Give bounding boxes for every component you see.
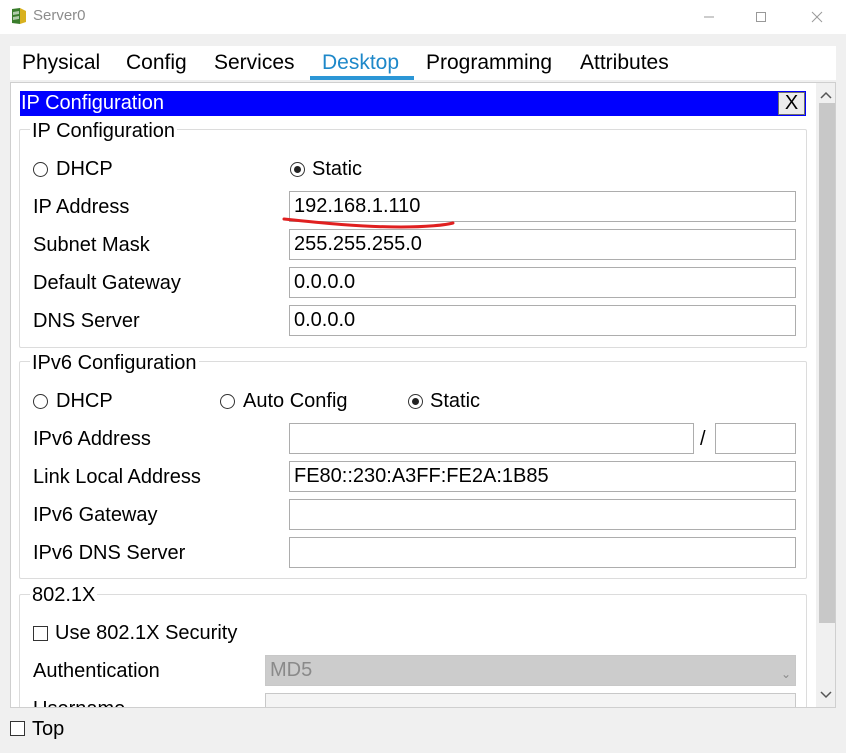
- desktop-content-frame: IP Configuration X IP Configuration DHCP…: [10, 82, 836, 708]
- panel-title: IP Configuration: [21, 92, 165, 114]
- top-checkbox[interactable]: [10, 721, 25, 736]
- ipv6-dns-server-label: IPv6 DNS Server: [33, 542, 186, 564]
- link-local-address-field[interactable]: FE80::230:A3FF:FE2A:1B85: [289, 461, 796, 492]
- red-underline-annotation: [282, 217, 455, 229]
- window-titlebar: Server0: [0, 0, 846, 34]
- top-label: Top: [32, 718, 65, 740]
- dns-server-field[interactable]: 0.0.0.0: [289, 305, 796, 336]
- tab-config[interactable]: Config: [126, 46, 187, 80]
- tab-strip: Physical Config Services Desktop Program…: [10, 46, 836, 80]
- ipv6-dhcp-label: DHCP: [56, 390, 113, 412]
- prefix-separator: /: [700, 428, 706, 450]
- ipv4-static-label: Static: [312, 158, 363, 180]
- window-title: Server0: [33, 7, 86, 24]
- dns-server-label: DNS Server: [33, 310, 140, 332]
- ip-configuration-panel: IP Configuration X IP Configuration DHCP…: [11, 83, 815, 707]
- ipv6-address-field[interactable]: [289, 423, 694, 454]
- ipv6-auto-config-radio[interactable]: [220, 394, 235, 409]
- scroll-up-button[interactable]: [816, 85, 835, 105]
- ipv6-gateway-label: IPv6 Gateway: [33, 504, 158, 526]
- tab-attributes[interactable]: Attributes: [580, 46, 669, 80]
- close-icon: [811, 11, 823, 23]
- scroll-down-button[interactable]: [816, 685, 835, 705]
- maximize-icon: [756, 12, 766, 22]
- authentication-value: MD5: [270, 659, 313, 681]
- active-tab-indicator: [310, 76, 414, 80]
- panel-titlebar: IP Configuration X: [20, 91, 806, 116]
- ipv6-legend: IPv6 Configuration: [30, 351, 199, 375]
- subnet-mask-label: Subnet Mask: [33, 234, 150, 256]
- ipv6-address-label: IPv6 Address: [33, 428, 151, 450]
- minimize-button[interactable]: [686, 0, 732, 34]
- close-window-button[interactable]: [794, 0, 840, 34]
- dot1x-legend: 802.1X: [30, 583, 98, 607]
- packet-tracer-server-icon: [9, 6, 29, 26]
- tab-desktop[interactable]: Desktop: [322, 46, 399, 80]
- default-gateway-label: Default Gateway: [33, 272, 181, 294]
- authentication-label: Authentication: [33, 660, 160, 682]
- dropdown-caret-icon: ⌄: [780, 667, 791, 681]
- use-8021x-security-checkbox[interactable]: [33, 626, 48, 641]
- username-label: Username: [33, 697, 125, 707]
- chevron-up-icon: [820, 91, 832, 99]
- maximize-button[interactable]: [738, 0, 784, 34]
- panel-close-button[interactable]: X: [778, 92, 805, 115]
- ipv6-dns-server-field[interactable]: [289, 537, 796, 568]
- use-8021x-security-label: Use 802.1X Security: [55, 622, 238, 644]
- ipv6-static-label: Static: [430, 390, 481, 412]
- ipv6-auto-config-label: Auto Config: [243, 390, 348, 412]
- ipv6-dhcp-radio[interactable]: [33, 394, 48, 409]
- tab-services[interactable]: Services: [214, 46, 295, 80]
- tab-programming[interactable]: Programming: [426, 46, 552, 80]
- default-gateway-field[interactable]: 0.0.0.0: [289, 267, 796, 298]
- dot1x-section: [19, 594, 807, 707]
- vertical-scrollbar[interactable]: [816, 83, 835, 707]
- chevron-down-icon: [820, 691, 832, 699]
- tab-physical[interactable]: Physical: [22, 46, 100, 80]
- ip-address-label: IP Address: [33, 196, 130, 218]
- ipv4-legend: IP Configuration: [30, 119, 178, 143]
- link-local-address-label: Link Local Address: [33, 466, 201, 488]
- ipv4-dhcp-label: DHCP: [56, 158, 113, 180]
- username-field[interactable]: [265, 693, 796, 707]
- ipv6-prefix-length-field[interactable]: [715, 423, 796, 454]
- authentication-select[interactable]: MD5 ⌄: [265, 655, 796, 686]
- ipv4-dhcp-radio[interactable]: [33, 162, 48, 177]
- scrollbar-thumb[interactable]: [819, 103, 835, 623]
- minimize-icon: [704, 16, 714, 18]
- ipv4-static-radio[interactable]: [290, 162, 305, 177]
- ipv6-gateway-field[interactable]: [289, 499, 796, 530]
- ipv6-static-radio[interactable]: [408, 394, 423, 409]
